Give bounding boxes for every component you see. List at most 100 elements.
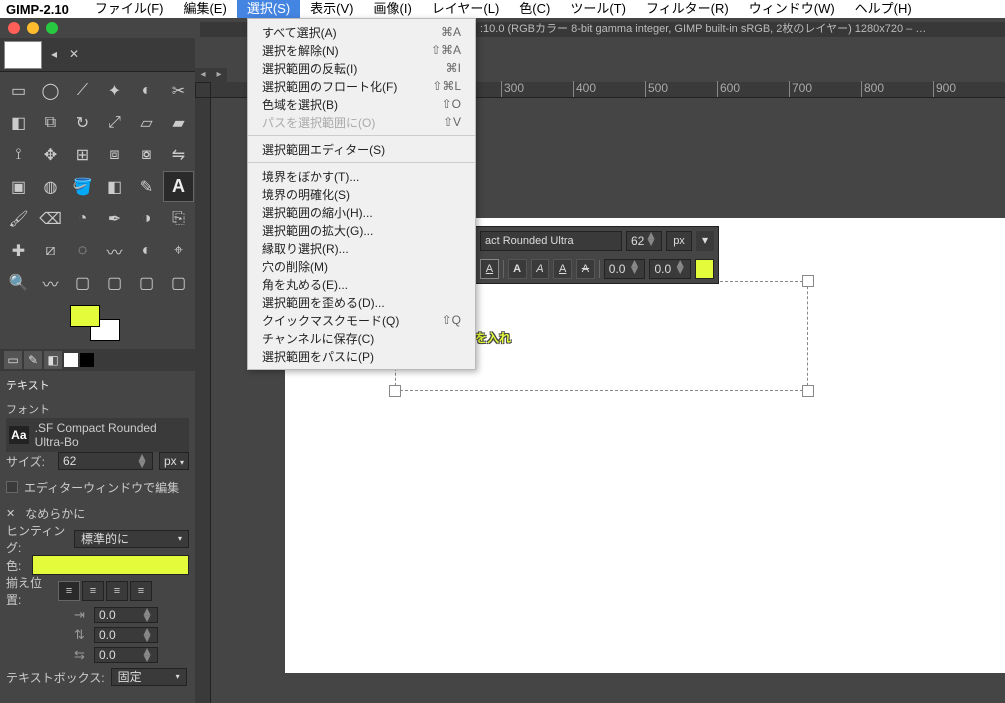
antialias-clear-icon[interactable]: ✕ [6, 507, 15, 520]
menu-window[interactable]: ウィンドウ(W) [739, 0, 845, 18]
tool-bucket[interactable]: 🪣 [67, 171, 98, 202]
menu-colors[interactable]: 色(C) [509, 0, 560, 18]
unit-select[interactable]: px ▾ [159, 452, 189, 470]
tool-smudge[interactable]: 〰 [99, 235, 130, 266]
float-expand-icon[interactable]: ▾ [696, 231, 714, 251]
menu-item[interactable]: 選択範囲の反転(I)⌘I [248, 59, 475, 77]
menu-item[interactable]: 角を丸める(E)... [248, 275, 475, 293]
align-left-button[interactable]: ≡ [58, 581, 80, 601]
menu-item[interactable]: 縁取り選択(R)... [248, 239, 475, 257]
menu-image[interactable]: 画像(I) [364, 0, 422, 18]
tool-handle-transform[interactable]: ⧇ [131, 139, 162, 170]
tool-mypaint[interactable]: ◑ [131, 203, 162, 234]
menu-item[interactable]: 選択を解除(N)⇧⌘A [248, 41, 475, 59]
tab-device[interactable]: ✎ [24, 351, 42, 369]
float-size-input[interactable]: 62▲▼ [626, 231, 662, 251]
tool-eraser[interactable]: ⌫ [35, 203, 66, 234]
tool-warp[interactable]: ◍ [35, 171, 66, 202]
font-selector[interactable]: Aa .SF Compact Rounded Ultra-Bo [6, 418, 189, 452]
float-kerning-input[interactable]: 0.0▲▼ [649, 259, 691, 279]
tool-fg-select[interactable]: ◧ [3, 107, 34, 138]
tool-align[interactable]: ⊞ [67, 139, 98, 170]
tool-flip[interactable]: ⇋ [163, 139, 194, 170]
tool-fuzzy-select[interactable]: ✦ [99, 75, 130, 106]
tool-unified-transform[interactable]: ⧈ [99, 139, 130, 170]
handle-br[interactable] [802, 385, 814, 397]
tool-ellipse-select[interactable]: ◯ [35, 75, 66, 106]
tool-perspective[interactable]: ▰ [163, 107, 194, 138]
menu-layer[interactable]: レイヤー(L) [422, 0, 510, 18]
menu-file[interactable]: ファイル(F) [85, 0, 174, 18]
tool-move[interactable]: ✥ [35, 139, 66, 170]
tool-rect-select[interactable]: ▭ [3, 75, 34, 106]
scroll-right-icon[interactable]: ▸ [211, 68, 227, 82]
tool-paths[interactable]: 〰 [35, 267, 66, 298]
tool-shear[interactable]: ▱ [131, 107, 162, 138]
tab-black-swatch[interactable] [80, 353, 94, 367]
tab-images[interactable]: ◧ [44, 351, 62, 369]
menu-filters[interactable]: フィルター(R) [636, 0, 739, 18]
align-justify-button[interactable]: ≡ [130, 581, 152, 601]
expand-icon[interactable]: ◂ [46, 47, 62, 63]
editor-window-checkbox[interactable] [6, 481, 18, 493]
menu-help[interactable]: ヘルプ(H) [845, 0, 922, 18]
menu-item[interactable]: 選択範囲の縮小(H)... [248, 203, 475, 221]
menu-item[interactable]: 穴の削除(M) [248, 257, 475, 275]
tool-blend[interactable]: ◧ [99, 171, 130, 202]
handle-bl[interactable] [389, 385, 401, 397]
align-center-button[interactable]: ≡ [106, 581, 128, 601]
text-content[interactable]: を入れ [475, 299, 511, 354]
menu-item[interactable]: 色域を選択(B)⇧O [248, 95, 475, 113]
image-thumbnail[interactable] [4, 41, 42, 69]
menu-item[interactable]: 選択範囲をパスに(P) [248, 347, 475, 365]
tool-pencil[interactable]: ✎ [131, 171, 162, 202]
tool-text[interactable]: A [163, 171, 194, 202]
tool-color-select[interactable]: ◐ [131, 75, 162, 106]
minimize-window-icon[interactable] [27, 22, 39, 34]
tool-perspective-clone[interactable]: ⧄ [35, 235, 66, 266]
tool-color-picker[interactable]: ⌖ [163, 235, 194, 266]
line-spacing-input[interactable]: 0.0▲▼ [94, 627, 158, 643]
float-baseline-input[interactable]: 0.0▲▼ [604, 259, 646, 279]
align-right-button[interactable]: ≡ [82, 581, 104, 601]
fg-color-swatch[interactable] [70, 305, 100, 327]
tool-n-a[interactable]: ▢ [163, 267, 194, 298]
tool-n-a[interactable]: ▢ [99, 267, 130, 298]
menu-tools[interactable]: ツール(T) [560, 0, 636, 18]
tool-paintbrush[interactable]: 🖌 [3, 203, 34, 234]
menu-item[interactable]: すべて選択(A)⌘A [248, 23, 475, 41]
zoom-window-icon[interactable] [46, 22, 58, 34]
menu-item[interactable]: 境界をぼかす(T)... [248, 167, 475, 185]
text-color-field[interactable] [32, 555, 189, 575]
letter-spacing-input[interactable]: 0.0▲▼ [94, 647, 158, 663]
float-underline-button[interactable]: A [553, 259, 572, 279]
float-italic-button[interactable]: A [531, 259, 550, 279]
tool-cage[interactable]: ▣ [3, 171, 34, 202]
float-font-field[interactable]: act Rounded Ultra [480, 231, 622, 251]
menu-item[interactable]: 選択範囲の拡大(G)... [248, 221, 475, 239]
tool-scissors[interactable]: ✂ [163, 75, 194, 106]
tool-free-select[interactable]: ⟋ [67, 75, 98, 106]
tool-ink[interactable]: ✒ [99, 203, 130, 234]
menu-item[interactable]: 境界の明確化(S) [248, 185, 475, 203]
tool-zoom[interactable]: 🔍 [3, 267, 34, 298]
tool-measure[interactable]: ⟟ [3, 139, 34, 170]
tool-clone[interactable]: ⎘ [163, 203, 194, 234]
hinting-combo[interactable]: 標準的に▾ [74, 530, 189, 548]
menu-item[interactable]: チャンネルに保存(C) [248, 329, 475, 347]
menu-item[interactable]: 選択範囲のフロート化(F)⇧⌘L [248, 77, 475, 95]
handle-tr[interactable] [802, 275, 814, 287]
float-bold-button[interactable]: A [508, 259, 527, 279]
close-icon[interactable]: ✕ [66, 47, 82, 63]
tool-crop[interactable]: ⧉ [35, 107, 66, 138]
menu-edit[interactable]: 編集(E) [173, 0, 236, 18]
size-input[interactable]: 62▲▼ [58, 452, 153, 470]
float-strike-button[interactable]: A [576, 259, 595, 279]
tool-dodge[interactable]: ◐ [131, 235, 162, 266]
tool-n-a[interactable]: ▢ [67, 267, 98, 298]
float-color-swatch[interactable] [695, 259, 714, 279]
menu-item[interactable]: クイックマスクモード(Q)⇧Q [248, 311, 475, 329]
tool-airbrush[interactable]: ◔ [67, 203, 98, 234]
indent-input[interactable]: 0.0▲▼ [94, 607, 158, 623]
tool-scale[interactable]: ⤢ [99, 107, 130, 138]
